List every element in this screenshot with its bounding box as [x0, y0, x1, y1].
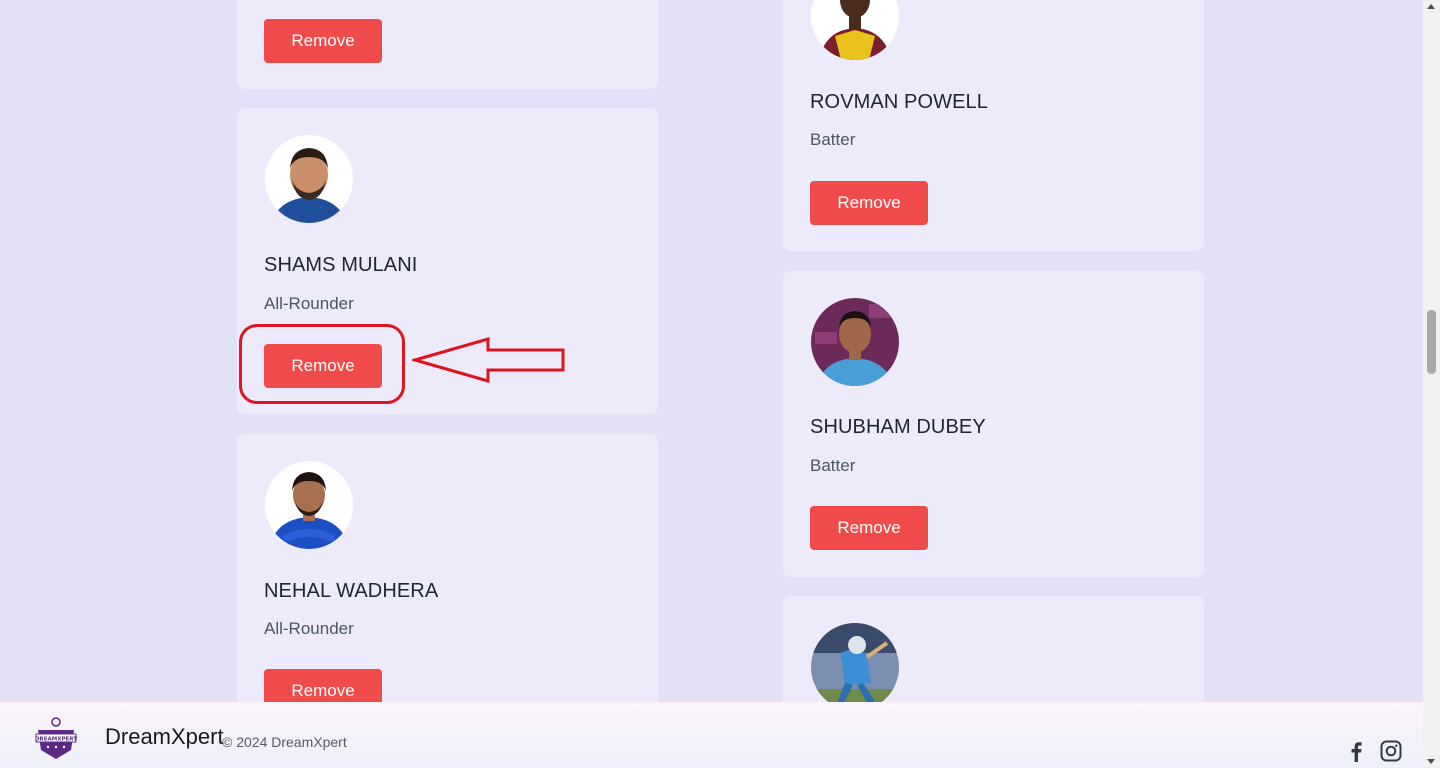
scroll-up-icon[interactable] — [1427, 4, 1435, 9]
remove-button[interactable]: Remove — [264, 19, 382, 63]
player-role: Batter — [810, 456, 856, 475]
instagram-icon[interactable] — [1380, 740, 1402, 767]
player-avatar — [265, 135, 353, 223]
site-footer: DREAMXPERT DreamXpert © 2024 DreamXpert — [0, 702, 1423, 768]
player-name: ROVMAN POWELL — [810, 91, 988, 113]
remove-button[interactable]: Remove — [810, 181, 928, 225]
player-role: Batter — [810, 130, 856, 149]
player-avatar — [811, 298, 899, 386]
player-name: SHAMS MULANI — [264, 254, 418, 276]
remove-button[interactable]: Remove — [810, 506, 928, 550]
player-avatar — [811, 623, 899, 711]
player-card-shubham-dubey: SHUBHAM DUBEY Batter Remove — [783, 271, 1204, 577]
brand-name[interactable]: DreamXpert — [105, 724, 224, 750]
copyright-text: © 2024 DreamXpert — [222, 734, 347, 750]
player-name: NEHAL WADHERA — [264, 580, 439, 602]
vertical-scrollbar[interactable] — [1423, 0, 1440, 768]
player-name: SHUBHAM DUBEY — [810, 416, 986, 438]
player-role: All-Rounder — [264, 294, 354, 313]
scroll-thumb[interactable] — [1427, 310, 1436, 374]
player-avatar — [265, 461, 353, 549]
logo-text: DREAMXPERT — [35, 737, 77, 743]
player-role: All-Rounder — [264, 619, 354, 638]
player-list-viewport: Remove SHAMS MULANI All-Rounder Remove N… — [0, 0, 1423, 768]
highlight-box — [239, 324, 405, 404]
player-card: Remove — [237, 0, 658, 89]
scroll-down-icon[interactable] — [1427, 759, 1435, 764]
player-card-nehal-wadhera: NEHAL WADHERA All-Rounder Remove — [237, 434, 658, 734]
dreamxpert-logo[interactable]: DREAMXPERT — [33, 716, 79, 767]
facebook-icon[interactable] — [1347, 740, 1365, 767]
player-avatar — [811, 0, 899, 60]
arrow-left-icon — [412, 337, 565, 383]
player-card-rovman-powell: ROVMAN POWELL Batter Remove — [783, 0, 1204, 251]
